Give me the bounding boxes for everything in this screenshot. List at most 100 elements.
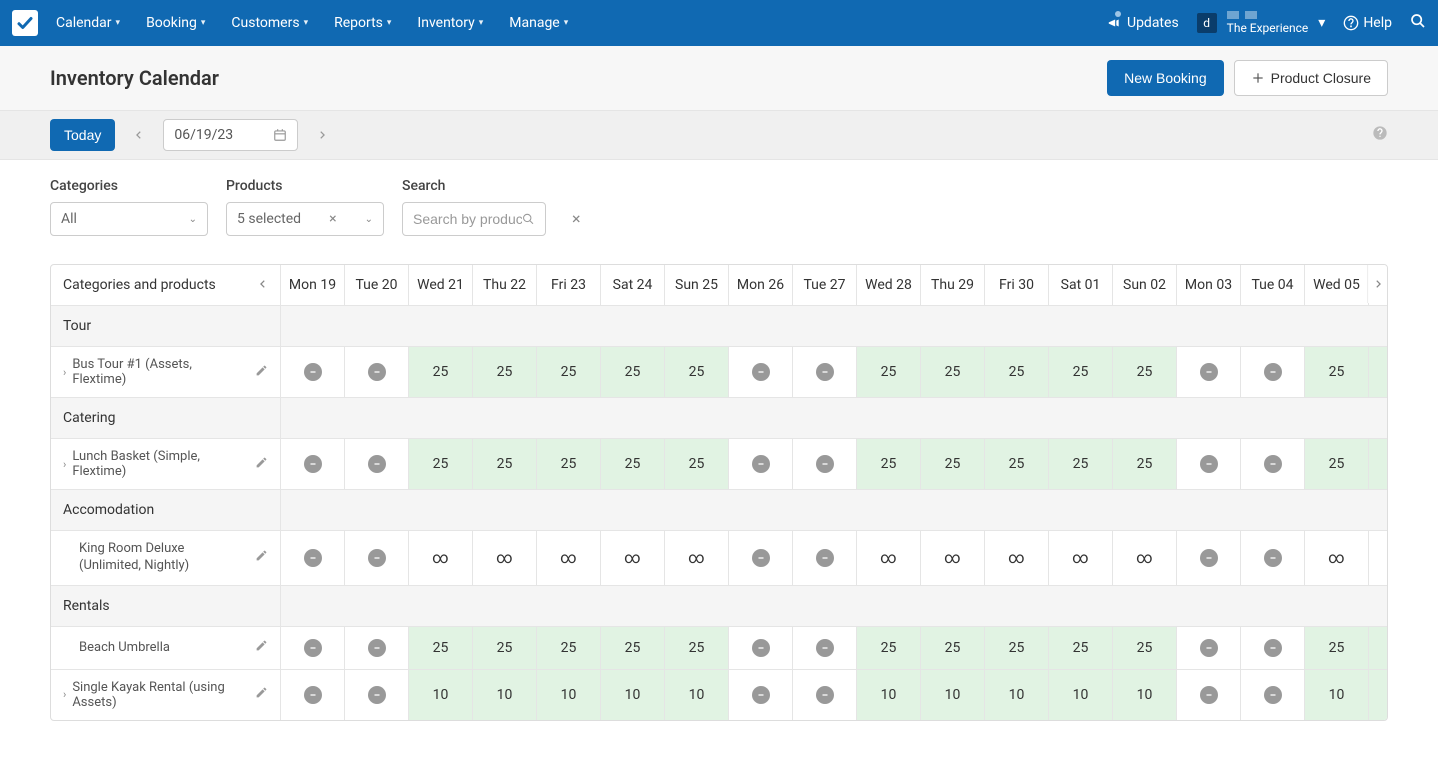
inventory-cell[interactable]: ∞	[537, 531, 601, 585]
inventory-cell[interactable]: ∞	[601, 531, 665, 585]
inventory-cell[interactable]	[1369, 670, 1388, 720]
inventory-cell[interactable]	[1241, 439, 1305, 489]
inventory-cell[interactable]	[1241, 670, 1305, 720]
inventory-cell[interactable]: 25	[537, 627, 601, 669]
new-booking-button[interactable]: New Booking	[1107, 60, 1224, 96]
inventory-cell[interactable]: 10	[473, 670, 537, 720]
inventory-cell[interactable]: 25	[985, 347, 1049, 397]
inventory-cell[interactable]: 10	[1305, 670, 1369, 720]
inventory-cell[interactable]: 25	[1305, 627, 1369, 669]
date-header-cell[interactable]: Wed 21	[409, 265, 473, 305]
inventory-cell[interactable]: 25	[1113, 627, 1177, 669]
nav-item-calendar[interactable]: Calendar▾	[56, 15, 120, 31]
inventory-cell[interactable]	[1241, 627, 1305, 669]
inventory-cell[interactable]	[729, 439, 793, 489]
inventory-cell[interactable]	[1177, 627, 1241, 669]
date-header-cell[interactable]: Fri 30	[985, 265, 1049, 305]
expand-product-icon[interactable]: ›	[63, 366, 66, 379]
date-header-cell[interactable]: Sat 24	[601, 265, 665, 305]
inventory-cell[interactable]: 10	[1049, 670, 1113, 720]
inventory-cell[interactable]	[1177, 670, 1241, 720]
date-header-cell[interactable]: Tue 20	[345, 265, 409, 305]
inventory-cell[interactable]	[729, 670, 793, 720]
inventory-cell[interactable]	[1369, 347, 1388, 397]
product-label-cell[interactable]: Beach Umbrella	[51, 627, 281, 669]
inventory-cell[interactable]: 25	[1049, 627, 1113, 669]
products-select[interactable]: 5 selected × ⌄	[226, 202, 384, 236]
inventory-cell[interactable]: 10	[857, 670, 921, 720]
inventory-cell[interactable]	[729, 627, 793, 669]
inventory-cell[interactable]	[793, 531, 857, 585]
date-header-cell[interactable]: Wed 28	[857, 265, 921, 305]
inventory-cell[interactable]: 25	[473, 627, 537, 669]
inventory-cell[interactable]	[1241, 531, 1305, 585]
inventory-cell[interactable]: ∞	[1113, 531, 1177, 585]
inventory-cell[interactable]	[1241, 347, 1305, 397]
inventory-cell[interactable]	[1369, 531, 1388, 585]
clear-products-button[interactable]: ×	[325, 211, 340, 227]
inventory-cell[interactable]: ∞	[473, 531, 537, 585]
inventory-cell[interactable]: 25	[1049, 347, 1113, 397]
inventory-cell[interactable]	[1177, 531, 1241, 585]
nav-item-inventory[interactable]: Inventory▾	[417, 15, 483, 31]
global-search-button[interactable]	[1410, 13, 1426, 33]
inventory-cell[interactable]: 25	[857, 347, 921, 397]
date-header-cell[interactable]: Wed 05	[1305, 265, 1369, 305]
inventory-cell[interactable]: 25	[921, 347, 985, 397]
product-label-cell[interactable]: ›Single Kayak Rental (using Assets)	[51, 670, 281, 720]
inventory-cell[interactable]	[1177, 439, 1241, 489]
inventory-cell[interactable]	[793, 627, 857, 669]
today-button[interactable]: Today	[50, 119, 115, 151]
inventory-cell[interactable]	[281, 439, 345, 489]
clear-filters-button[interactable]: ×	[564, 201, 589, 236]
inventory-cell[interactable]: 25	[921, 439, 985, 489]
nav-item-booking[interactable]: Booking▾	[146, 15, 205, 31]
inventory-cell[interactable]: 25	[857, 439, 921, 489]
inventory-cell[interactable]: 25	[537, 347, 601, 397]
app-logo[interactable]	[12, 10, 38, 36]
inventory-cell[interactable]: 25	[1305, 347, 1369, 397]
inventory-cell[interactable]: 25	[1305, 439, 1369, 489]
date-header-cell[interactable]: Mon 19	[281, 265, 345, 305]
nav-item-customers[interactable]: Customers▾	[231, 15, 308, 31]
inventory-cell[interactable]: 25	[857, 627, 921, 669]
inventory-cell[interactable]: 25	[985, 627, 1049, 669]
inventory-cell[interactable]: ∞	[1305, 531, 1369, 585]
inventory-cell[interactable]: 25	[985, 439, 1049, 489]
date-header-cell[interactable]: Mon 03	[1177, 265, 1241, 305]
date-header-cell[interactable]: Thu 29	[921, 265, 985, 305]
search-input[interactable]	[413, 211, 522, 227]
edit-product-button[interactable]	[255, 364, 268, 381]
inventory-cell[interactable]: 25	[409, 627, 473, 669]
inventory-cell[interactable]: 10	[665, 670, 729, 720]
inventory-cell[interactable]: 25	[601, 347, 665, 397]
date-header-cell[interactable]: Thu 22	[473, 265, 537, 305]
toolbar-help-button[interactable]	[1372, 125, 1388, 145]
edit-product-button[interactable]	[255, 549, 268, 566]
inventory-cell[interactable]	[281, 531, 345, 585]
date-header-cell[interactable]: Tue 27	[793, 265, 857, 305]
inventory-cell[interactable]: 25	[665, 439, 729, 489]
product-label-cell[interactable]: ›Bus Tour #1 (Assets, Flextime)	[51, 347, 281, 397]
expand-product-icon[interactable]: ›	[63, 458, 66, 471]
updates-link[interactable]: Updates	[1107, 15, 1179, 31]
inventory-cell[interactable]	[1369, 439, 1388, 489]
inventory-cell[interactable]: ∞	[665, 531, 729, 585]
date-header-cell[interactable]: Tue 04	[1241, 265, 1305, 305]
inventory-cell[interactable]: 25	[665, 347, 729, 397]
inventory-cell[interactable]	[793, 670, 857, 720]
product-closure-button[interactable]: Product Closure	[1234, 60, 1388, 96]
inventory-cell[interactable]: ∞	[857, 531, 921, 585]
edit-product-button[interactable]	[255, 639, 268, 656]
collapse-sidebar-button[interactable]	[258, 277, 268, 293]
inventory-cell[interactable]: 25	[409, 347, 473, 397]
next-period-button[interactable]	[308, 120, 336, 150]
account-switcher[interactable]: d The Experience ▾	[1197, 11, 1326, 35]
inventory-cell[interactable]	[281, 627, 345, 669]
inventory-cell[interactable]: 10	[601, 670, 665, 720]
inventory-cell[interactable]: 25	[473, 347, 537, 397]
expand-product-icon[interactable]: ›	[63, 688, 66, 701]
product-label-cell[interactable]: King Room Deluxe (Unlimited, Nightly)	[51, 531, 281, 585]
inventory-cell[interactable]: 10	[985, 670, 1049, 720]
inventory-cell[interactable]	[793, 347, 857, 397]
